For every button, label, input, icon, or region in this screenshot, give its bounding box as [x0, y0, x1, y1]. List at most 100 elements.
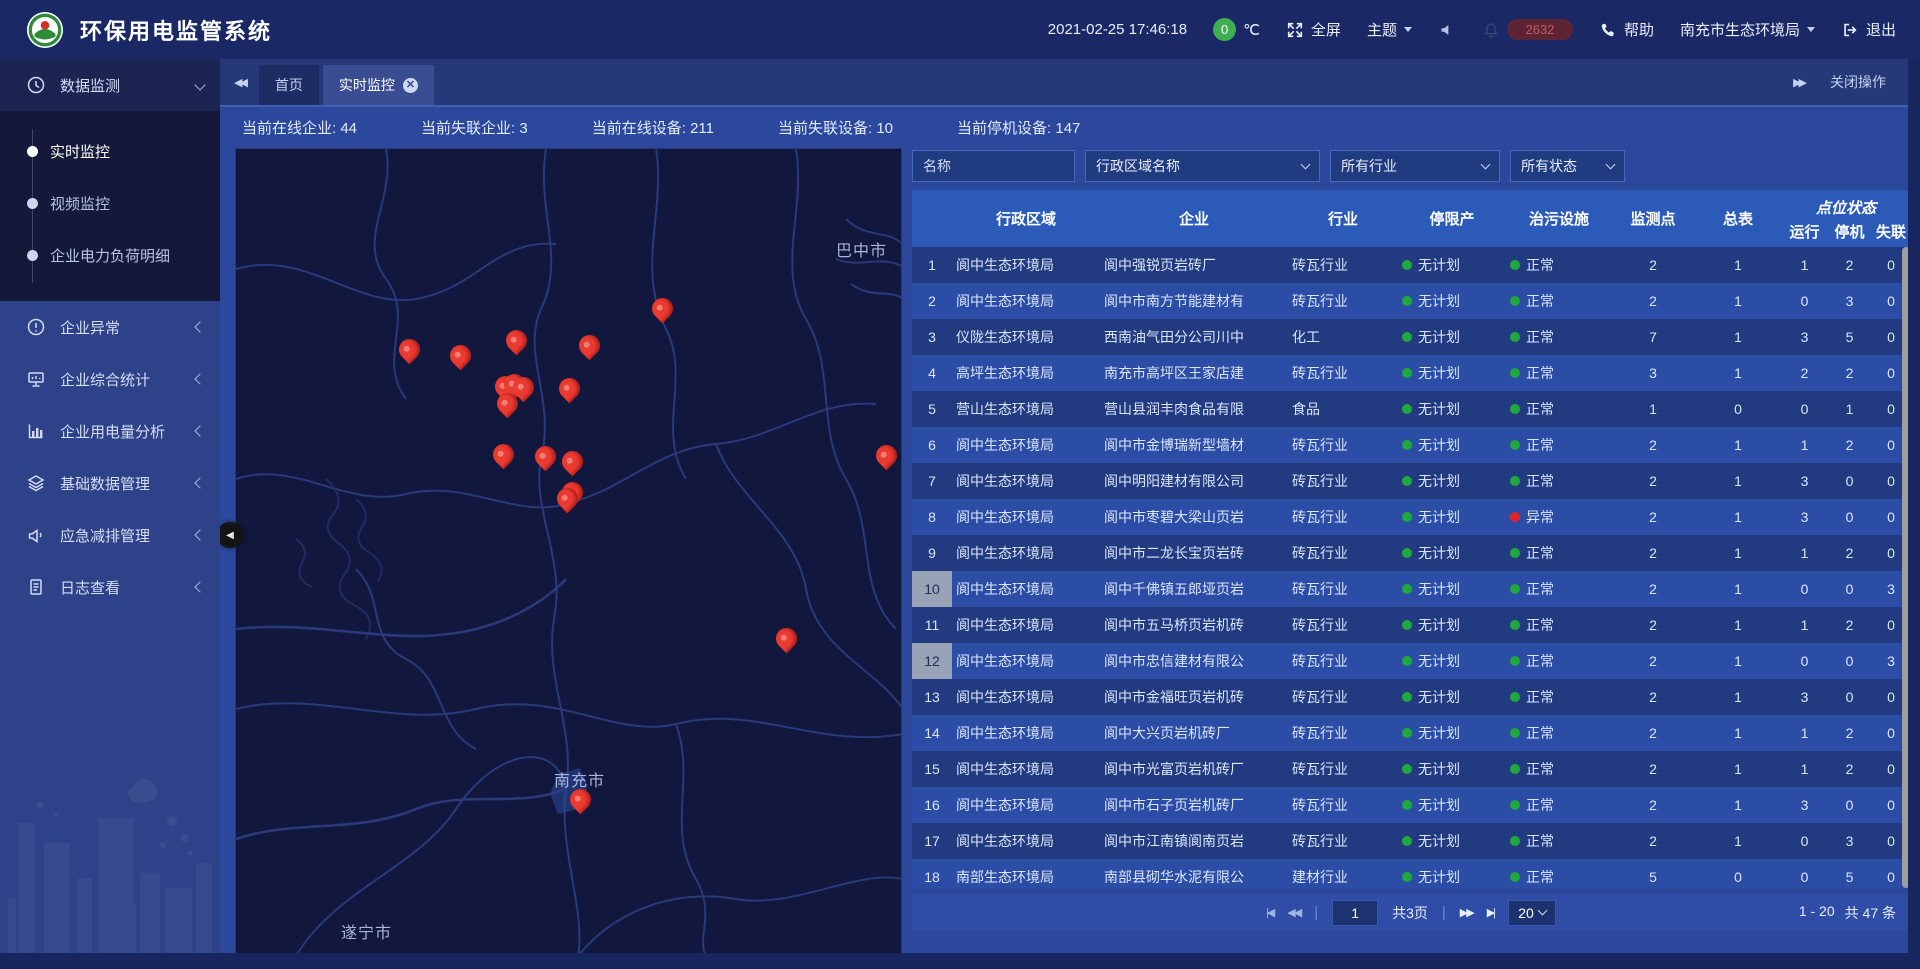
cell-company: 阆中强锐页岩砖厂: [1100, 255, 1288, 275]
cell-limit: 无计划: [1398, 795, 1506, 815]
cell-industry: 砖瓦行业: [1288, 831, 1398, 851]
cell-company: 南部县砌华水泥有限公: [1100, 867, 1288, 887]
table-row[interactable]: 13阆中生态环境局阆中市金福旺页岩机砖砖瓦行业无计划正常21300: [912, 679, 1910, 715]
status-filter-select[interactable]: 所有状态: [1510, 150, 1625, 182]
cell-limit: 无计划: [1398, 435, 1506, 455]
table-row[interactable]: 11阆中生态环境局阆中市五马桥页岩机砖砖瓦行业无计划正常21120: [912, 607, 1910, 643]
page-number-input[interactable]: 1: [1332, 900, 1378, 926]
table-row[interactable]: 5营山生态环境局营山县润丰肉食品有限食品无计划正常10010: [912, 391, 1910, 427]
cell-facility: 正常: [1506, 543, 1612, 563]
cell-limit: 无计划: [1398, 327, 1506, 347]
sidebar-group-6[interactable]: 应急减排管理: [0, 509, 220, 561]
logout-button[interactable]: 退出: [1841, 19, 1896, 40]
stats-bar: 当前在线企业: 44当前失联企业: 3当前在线设备: 211当前失联设备: 10…: [220, 109, 1920, 146]
status-dot-icon: [1510, 584, 1520, 594]
sidebar-group-label: 企业用电量分析: [60, 421, 196, 442]
cell-company: 阆中市金博瑞新型墙材: [1100, 435, 1288, 455]
sidebar-group-7[interactable]: 日志查看: [0, 561, 220, 613]
cell-facility: 正常: [1506, 723, 1612, 743]
name-filter-input[interactable]: [912, 150, 1075, 182]
stat-label: 当前在线设备:: [592, 120, 690, 137]
last-page-icon[interactable]: ▶|: [1487, 906, 1494, 919]
status-text: 无计划: [1418, 831, 1460, 851]
speaker-muted-icon[interactable]: [1438, 21, 1456, 39]
table-row[interactable]: 16阆中生态环境局阆中市石子页岩机砖厂砖瓦行业无计划正常21300: [912, 787, 1910, 823]
table-row[interactable]: 9阆中生态环境局阆中市二龙长宝页岩砖砖瓦行业无计划正常21120: [912, 535, 1910, 571]
cell-industry: 砖瓦行业: [1288, 795, 1398, 815]
fullscreen-button[interactable]: 全屏: [1286, 19, 1341, 40]
table-row[interactable]: 14阆中生态环境局阆中大兴页岩机砖厂砖瓦行业无计划正常21120: [912, 715, 1910, 751]
cell-company: 阆中千佛镇五郎垭页岩: [1100, 579, 1288, 599]
cell-points: 5: [1612, 869, 1694, 885]
sidebar-group-4[interactable]: 企业用电量分析: [0, 405, 220, 457]
next-page-icon[interactable]: ▶▶: [1460, 906, 1473, 919]
notification-bell[interactable]: 2632: [1482, 19, 1573, 40]
row-number: 5: [912, 391, 952, 427]
sidebar-item-视频监控[interactable]: 视频监控: [0, 177, 220, 229]
cell-company: 南充市高坪区王家店建: [1100, 363, 1288, 383]
cell-stop: 0: [1827, 581, 1872, 597]
status-dot-icon: [1402, 692, 1412, 702]
cell-run: 1: [1782, 437, 1827, 453]
col-group-point-status: 点位状态: [1782, 189, 1910, 218]
page-size-select[interactable]: 20: [1508, 900, 1556, 926]
row-number: 1: [912, 247, 952, 283]
cell-run: 3: [1782, 473, 1827, 489]
industry-filter-select[interactable]: 所有行业: [1330, 150, 1500, 182]
status-text: 无计划: [1418, 795, 1460, 815]
table-row[interactable]: 1阆中生态环境局阆中强锐页岩砖厂砖瓦行业无计划正常21120: [912, 247, 1910, 283]
table-row[interactable]: 2阆中生态环境局阆中市南方节能建材有砖瓦行业无计划正常21030: [912, 283, 1910, 319]
status-text: 正常: [1526, 363, 1554, 383]
cell-stop: 2: [1827, 725, 1872, 741]
tabs-scroll-left-icon[interactable]: ◀◀: [234, 76, 245, 89]
app-window: 环保用电监管系统 2021-02-25 17:46:18 0 ℃ 全屏 主题: [0, 0, 1920, 969]
cell-run: 0: [1782, 653, 1827, 669]
table-row[interactable]: 10阆中生态环境局阆中千佛镇五郎垭页岩砖瓦行业无计划正常21003: [912, 571, 1910, 607]
cell-company: 西南油气田分公司川中: [1100, 327, 1288, 347]
table-row[interactable]: 6阆中生态环境局阆中市金博瑞新型墙材砖瓦行业无计划正常21120: [912, 427, 1910, 463]
sidebar-group-1[interactable]: 数据监测: [0, 59, 220, 111]
map-panel[interactable]: 巴中市南充市遂宁市: [235, 148, 902, 955]
help-button[interactable]: 帮助: [1599, 19, 1654, 40]
organization-dropdown[interactable]: 南充市生态环境局: [1680, 19, 1815, 40]
table-row[interactable]: 17阆中生态环境局阆中市江南镇阆南页岩砖瓦行业无计划正常21030: [912, 823, 1910, 859]
sidebar-group-2[interactable]: 企业异常: [0, 301, 220, 353]
tab-首页[interactable]: 首页: [259, 65, 319, 105]
sidebar-group-3[interactable]: 企业综合统计: [0, 353, 220, 405]
cell-company: 阆中市石子页岩机砖厂: [1100, 795, 1288, 815]
status-text: 无计划: [1418, 867, 1460, 887]
panel-collapse-button[interactable]: ◀: [217, 522, 243, 548]
cell-industry: 砖瓦行业: [1288, 543, 1398, 563]
cell-region: 阆中生态环境局: [952, 687, 1100, 707]
cell-meters: 1: [1694, 617, 1782, 633]
sidebar-item-企业电力负荷明细[interactable]: 企业电力负荷明细: [0, 229, 220, 281]
status-dot-icon: [1510, 260, 1520, 270]
sidebar-group-5[interactable]: 基础数据管理: [0, 457, 220, 509]
cell-stop: 2: [1827, 437, 1872, 453]
table-row[interactable]: 18南部生态环境局南部县砌华水泥有限公建材行业无计划正常50050: [912, 859, 1910, 888]
table-row[interactable]: 8阆中生态环境局阆中市枣碧大梁山页岩砖瓦行业无计划异常21300: [912, 499, 1910, 535]
status-dot-icon: [1510, 404, 1520, 414]
tab-close-icon[interactable]: ✕: [403, 78, 418, 93]
region-filter-select[interactable]: 行政区域名称: [1085, 150, 1320, 182]
table-row[interactable]: 4高坪生态环境局南充市高坪区王家店建砖瓦行业无计划正常31220: [912, 355, 1910, 391]
table-row[interactable]: 7阆中生态环境局阆中明阳建材有限公司砖瓦行业无计划正常21300: [912, 463, 1910, 499]
cell-industry: 砖瓦行业: [1288, 687, 1398, 707]
table-body: 1阆中生态环境局阆中强锐页岩砖厂砖瓦行业无计划正常211202阆中生态环境局阆中…: [912, 247, 1910, 888]
theme-dropdown[interactable]: 主题: [1367, 19, 1412, 40]
status-text: 正常: [1526, 723, 1554, 743]
sidebar-submenu: 实时监控视频监控企业电力负荷明细: [0, 111, 220, 301]
row-number: 13: [912, 679, 952, 715]
first-page-icon[interactable]: |◀: [1266, 906, 1273, 919]
tabs-scroll-right-icon[interactable]: ▶▶: [1793, 76, 1804, 89]
table-row[interactable]: 15阆中生态环境局阆中市光富页岩机砖厂砖瓦行业无计划正常21120: [912, 751, 1910, 787]
page-scrollbar-track[interactable]: [1908, 59, 1920, 969]
table-row[interactable]: 12阆中生态环境局阆中市忠信建材有限公砖瓦行业无计划正常21003: [912, 643, 1910, 679]
table-row[interactable]: 3仪陇生态环境局西南油气田分公司川中化工无计划正常71350: [912, 319, 1910, 355]
cell-limit: 无计划: [1398, 255, 1506, 275]
sidebar-item-实时监控[interactable]: 实时监控: [0, 125, 220, 177]
cell-points: 2: [1612, 545, 1694, 561]
tab-实时监控[interactable]: 实时监控✕: [323, 65, 434, 105]
previous-page-icon[interactable]: ◀◀: [1287, 906, 1300, 919]
close-operations-button[interactable]: 关闭操作: [1830, 72, 1886, 92]
